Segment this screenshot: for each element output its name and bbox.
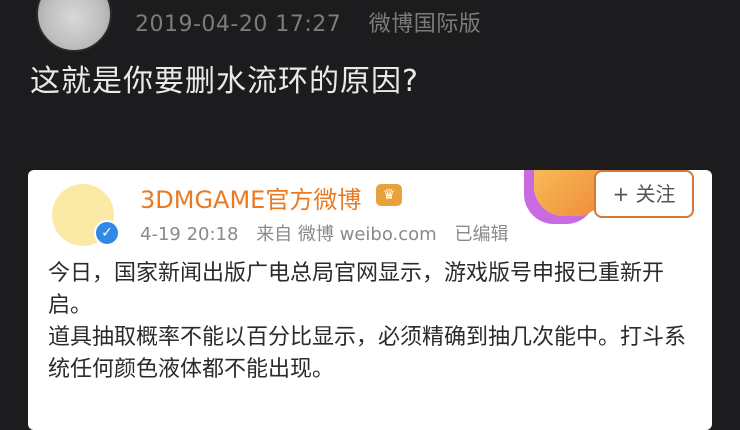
vip-crown-icon: ♛ [376, 184, 402, 206]
post-text: 这就是你要删水流环的原因? [30, 64, 419, 99]
post-timestamp: 2019-04-20 17:27 [135, 12, 342, 37]
post-meta: 2019-04-20 17:27 微博国际版 [135, 6, 481, 38]
poster-avatar[interactable] [36, 0, 112, 52]
card-paragraph: 今日，国家新闻出版广电总局官网显示，游戏版号申报已重新开启。 [48, 261, 665, 318]
quoted-weibo-card[interactable]: ✓ 3DMGAME官方微博 ♛ 4-19 20:18 来自 微博 weibo.c… [28, 170, 712, 430]
card-edited-label: 已编辑 [454, 224, 509, 245]
card-author-name[interactable]: 3DMGAME官方微博 [140, 180, 361, 215]
card-source: 来自 微博 weibo.com [256, 224, 437, 245]
verified-badge-icon: ✓ [94, 220, 120, 246]
post-source[interactable]: 微博国际版 [369, 12, 482, 37]
card-date: 4-19 20:18 [140, 224, 239, 245]
card-body: 今日，国家新闻出版广电总局官网显示，游戏版号申报已重新开启。 道具抽取概率不能以… [48, 258, 698, 386]
follow-button[interactable]: + 关注 [594, 170, 694, 218]
card-meta: 4-19 20:18 来自 微博 weibo.com 已编辑 [140, 220, 520, 246]
card-paragraph: 道具抽取概率不能以百分比显示，必须精确到抽几次能中。打斗系统任何颜色液体都不能出… [48, 325, 687, 382]
